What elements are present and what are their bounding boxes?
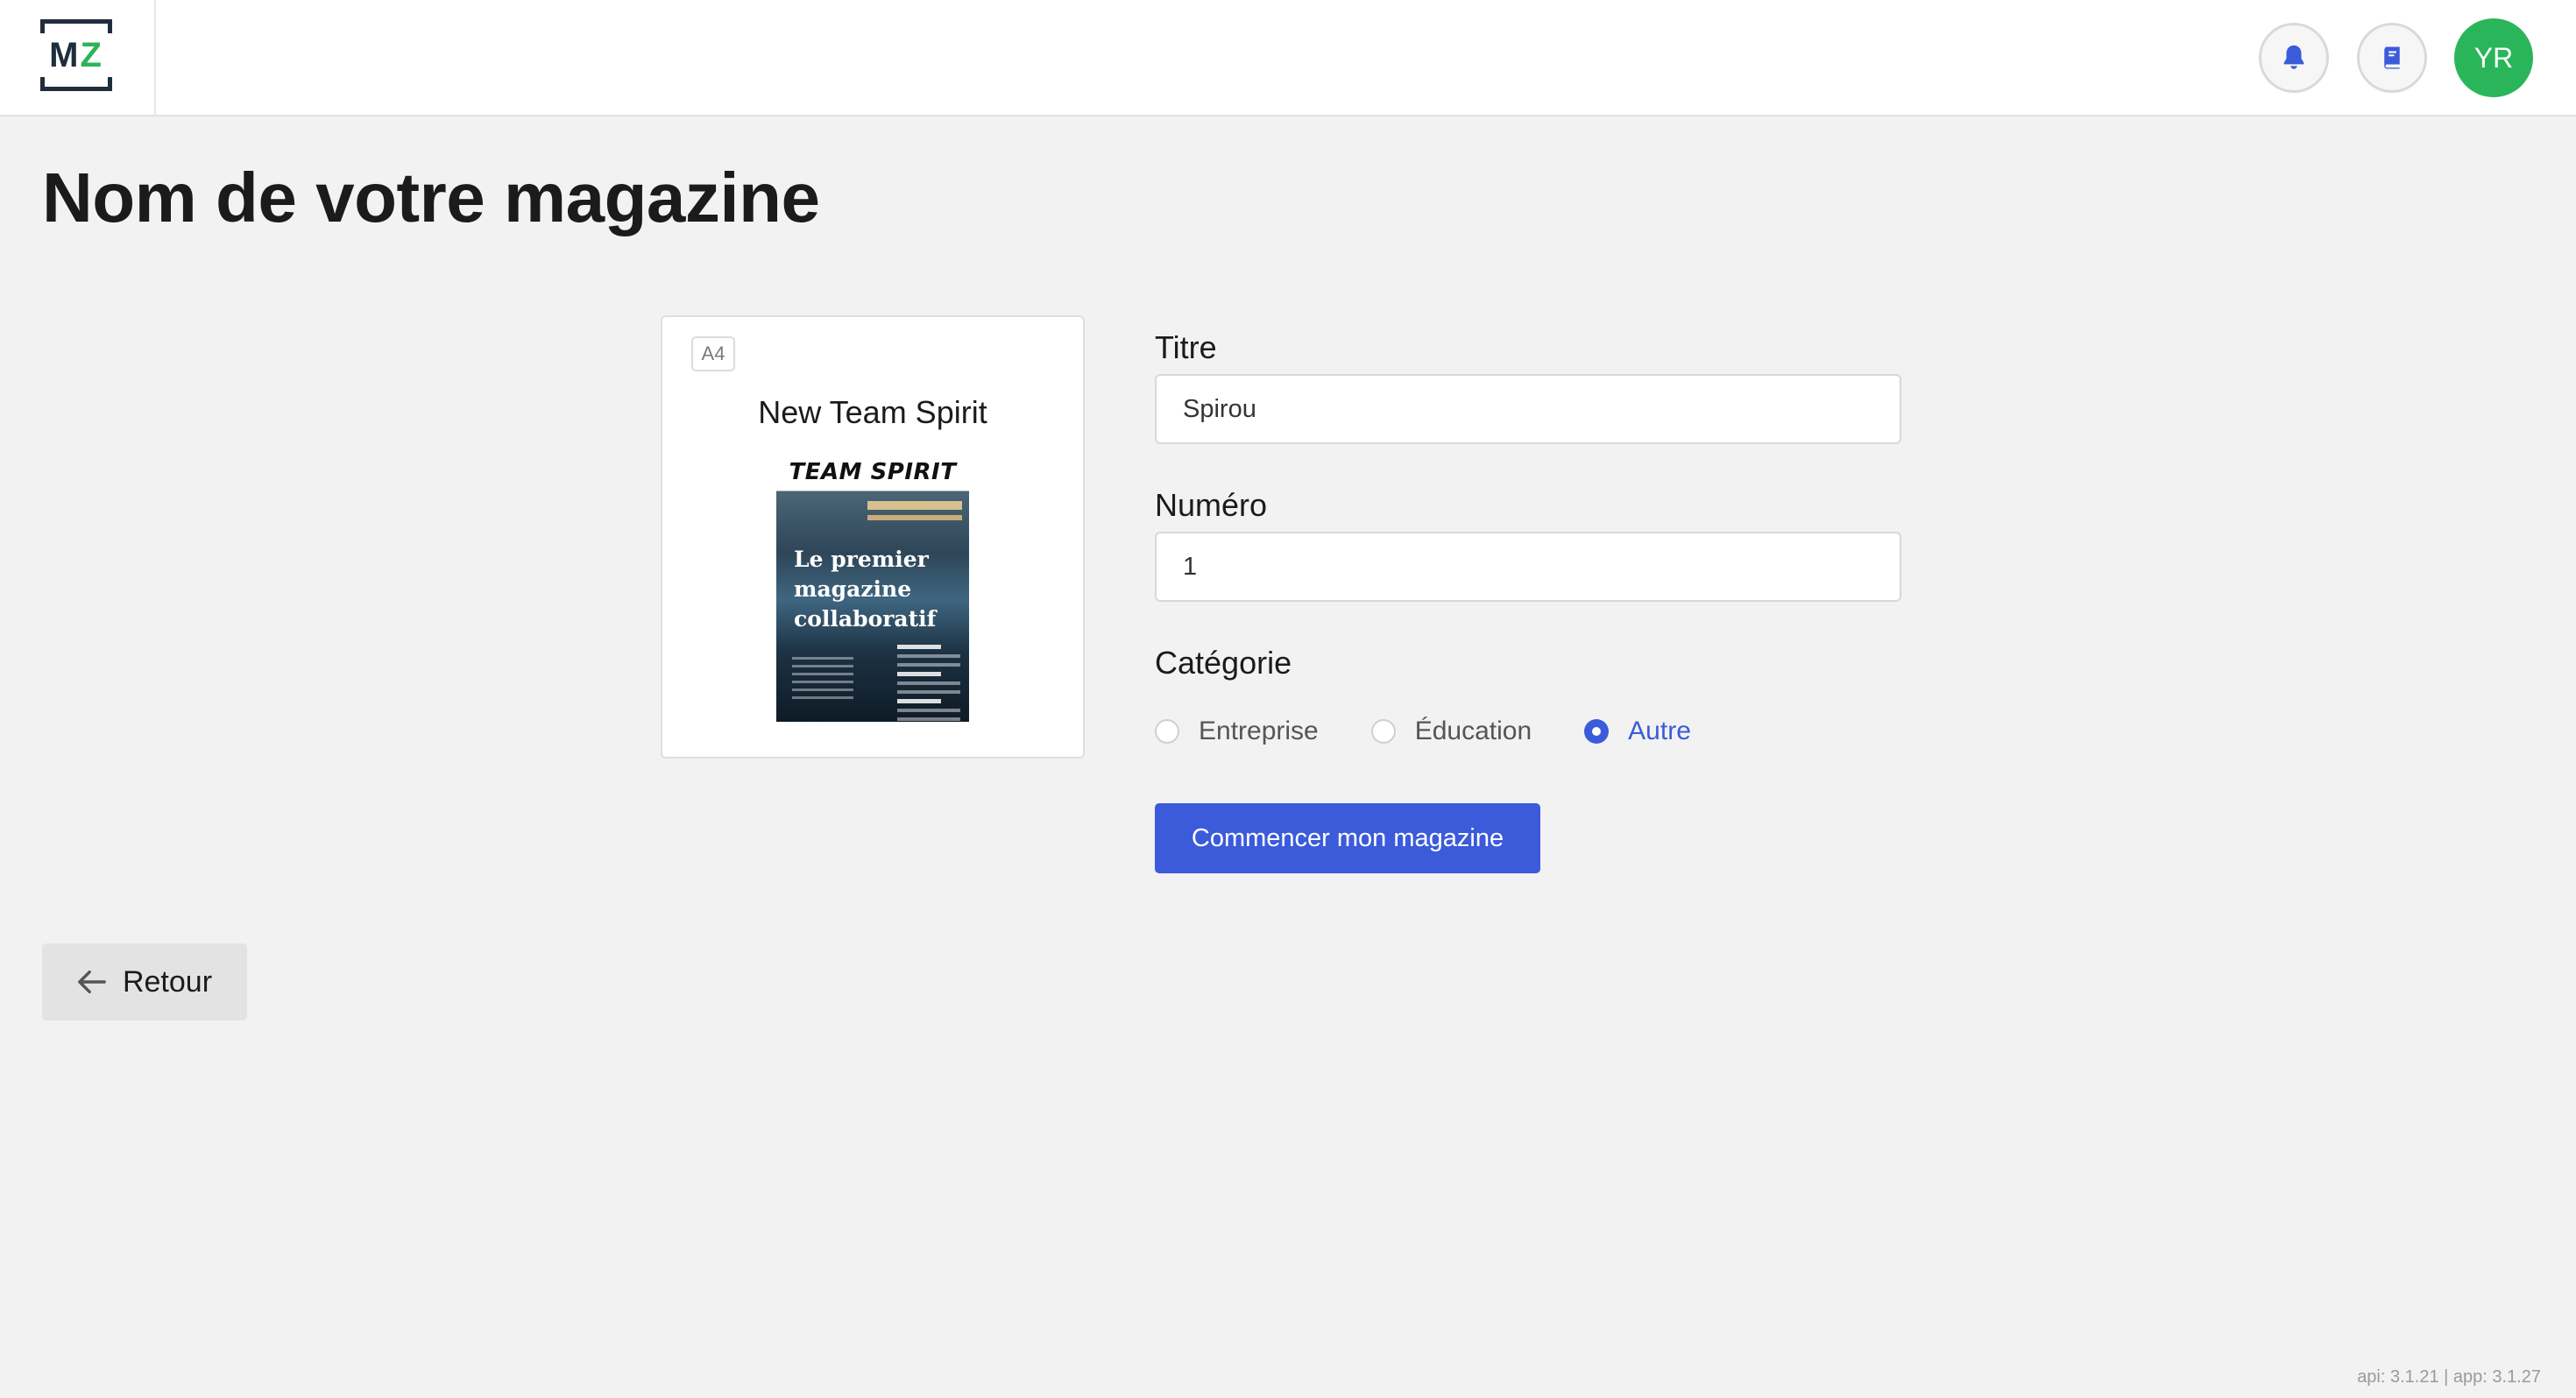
category-option-label: Entreprise: [1199, 717, 1319, 745]
title-input[interactable]: [1155, 374, 1901, 444]
category-option-label: Autre: [1628, 717, 1691, 745]
guide-button[interactable]: [2357, 23, 2427, 93]
logo-container[interactable]: MZ: [0, 0, 156, 115]
logo-letters: MZ: [40, 33, 112, 77]
radio-unchecked[interactable]: [1370, 719, 1396, 744]
magazine-cover-thumbnail: TEAM SPIRIT Le premier magazine collabor…: [776, 450, 969, 722]
format-badge: A4: [691, 336, 735, 371]
logo-letter-m: M: [49, 36, 81, 74]
template-name: New Team Spirit: [758, 394, 987, 430]
category-radio-group: Entreprise Éducation Autre: [1155, 714, 1744, 749]
arrow-left-icon: [77, 969, 107, 995]
cover-left-text-lines: [792, 657, 853, 704]
mz-logo[interactable]: MZ: [40, 19, 112, 91]
top-bar: MZ YR: [0, 0, 2576, 116]
logo-bracket-bottom: [40, 77, 112, 91]
category-option-label: Éducation: [1414, 717, 1532, 745]
bell-icon: [2283, 45, 2304, 69]
category-option-education[interactable]: Éducation: [1370, 717, 1532, 746]
category-label: Catégorie: [1155, 645, 1292, 681]
logo-bracket-top: [40, 19, 112, 33]
cover-headline: Le premier magazine collaboratif: [794, 547, 937, 632]
title-label: Titre: [1155, 329, 1217, 365]
template-preview-card[interactable]: A4 New Team Spirit TEAM SPIRIT Le premie…: [661, 315, 1085, 759]
radio-unchecked[interactable]: [1155, 719, 1179, 744]
book-icon: [2384, 46, 2400, 69]
category-option-autre[interactable]: Autre: [1584, 717, 1691, 746]
cover-masthead: TEAM SPIRIT: [789, 459, 957, 485]
number-input[interactable]: [1155, 532, 1901, 602]
start-magazine-button[interactable]: Commencer mon magazine: [1155, 803, 1540, 873]
user-avatar[interactable]: YR: [2454, 18, 2533, 97]
page-title: Nom de votre magazine: [42, 159, 820, 237]
radio-checked[interactable]: [1584, 719, 1610, 744]
back-button[interactable]: Retour: [42, 943, 247, 1020]
cover-tag-bar-secondary: [867, 515, 962, 520]
version-info: api: 3.1.21 | app: 3.1.27: [2357, 1367, 2541, 1387]
logo-letter-z: Z: [80, 36, 103, 74]
number-label: Numéro: [1155, 487, 1268, 523]
category-option-entreprise[interactable]: Entreprise: [1155, 717, 1319, 746]
cover-tag-bar: [867, 501, 962, 510]
notifications-button[interactable]: [2259, 23, 2329, 93]
cover-right-text-lines: [897, 645, 960, 722]
back-button-label: Retour: [122, 964, 213, 999]
